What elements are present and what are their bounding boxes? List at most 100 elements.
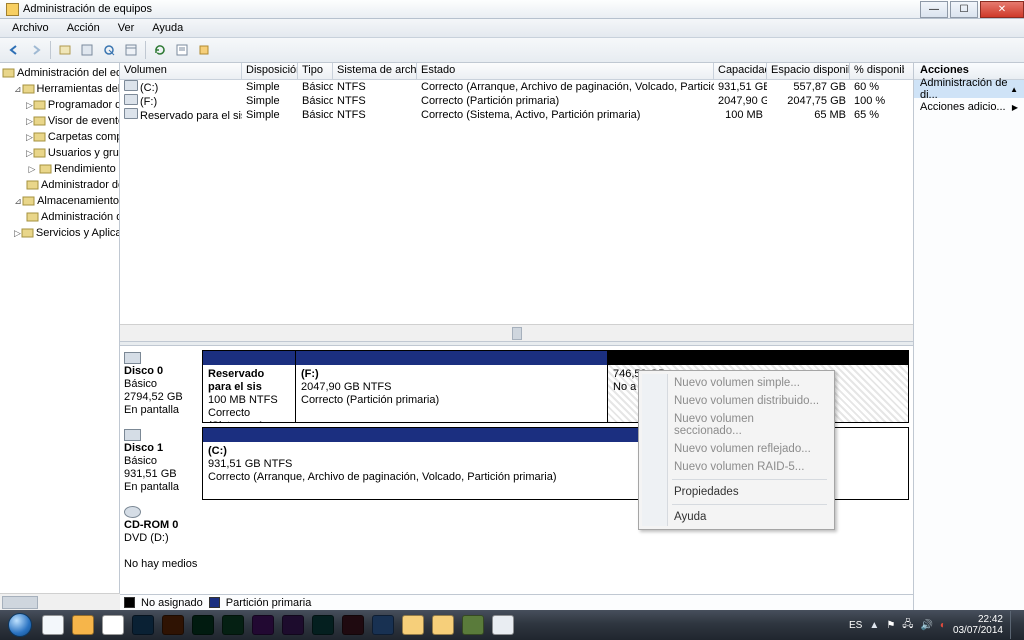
menu-help[interactable]: Ayuda xyxy=(144,20,191,36)
tree-twisty-icon[interactable]: ▷ xyxy=(26,116,33,127)
tree-twisty-icon[interactable]: ▷ xyxy=(26,164,38,175)
menu-view[interactable]: Ver xyxy=(110,20,143,36)
tree-twisty-icon[interactable]: ▷ xyxy=(26,132,33,143)
tree-horizontal-scrollbar[interactable] xyxy=(0,593,120,610)
cell-volume: (C:) xyxy=(140,82,158,94)
col-free[interactable]: Espacio disponible xyxy=(767,63,850,79)
start-button[interactable] xyxy=(2,611,38,639)
tree-item[interactable]: ▷Rendimiento xyxy=(0,161,119,177)
partition[interactable]: Reservado para el sis 100 MB NTFS Correc… xyxy=(203,365,296,422)
taskbar-app[interactable] xyxy=(68,611,98,639)
disk-meta[interactable]: Disco 1 Básico 931,51 GB En pantalla xyxy=(124,427,202,500)
volume-list[interactable]: (C:)SimpleBásicoNTFSCorrecto (Arranque, … xyxy=(120,80,913,324)
tree-item[interactable]: Administración del equip xyxy=(0,65,119,81)
disk-status: En pantalla xyxy=(124,481,179,493)
col-pct[interactable]: % disponibl xyxy=(850,63,904,79)
tray-flag-icon[interactable]: ⚑ xyxy=(886,620,895,631)
menu-file[interactable]: Archivo xyxy=(4,20,57,36)
ctx-properties[interactable]: Propiedades xyxy=(642,483,831,501)
taskbar-app[interactable] xyxy=(458,611,488,639)
col-volume[interactable]: Volumen xyxy=(120,63,242,79)
tree-svc-icon xyxy=(21,227,34,240)
close-button[interactable]: ✕ xyxy=(980,1,1024,18)
navigation-tree[interactable]: Administración del equip ⊿ Herramientas de… xyxy=(0,63,120,610)
volume-row[interactable]: (C:)SimpleBásicoNTFSCorrecto (Arranque, … xyxy=(120,80,913,94)
toolbar-btn-3[interactable] xyxy=(99,40,119,60)
taskbar-app[interactable] xyxy=(128,611,158,639)
tree-twisty-icon[interactable]: ⊿ xyxy=(14,196,22,207)
taskbar-app[interactable] xyxy=(98,611,128,639)
tray-network-icon[interactable]: 🖧 xyxy=(902,617,913,634)
volume-row[interactable]: (F:)SimpleBásicoNTFSCorrecto (Partición … xyxy=(120,94,913,108)
ctx-new-simple[interactable]: Nuevo volumen simple... xyxy=(642,374,831,392)
taskbar-app[interactable] xyxy=(428,611,458,639)
partition-line3: No a xyxy=(613,381,636,393)
ctx-new-mirrored[interactable]: Nuevo volumen reflejado... xyxy=(642,440,831,458)
taskbar-app[interactable] xyxy=(308,611,338,639)
tray-language[interactable]: ES xyxy=(849,620,862,631)
toolbar-btn-4[interactable] xyxy=(121,40,141,60)
list-horizontal-scrollbar[interactable] xyxy=(120,324,913,341)
tree-twisty-icon[interactable]: ▷ xyxy=(26,100,33,111)
col-status[interactable]: Estado xyxy=(417,63,714,79)
tree-twisty-icon[interactable]: ▷ xyxy=(14,228,21,239)
tree-twisty-icon[interactable]: ▷ xyxy=(26,148,33,159)
tree-item[interactable]: ⊿Almacenamiento xyxy=(0,193,119,209)
toolbar-refresh-icon[interactable] xyxy=(150,40,170,60)
tree-item[interactable]: ▷Usuarios y grupos xyxy=(0,145,119,161)
toolbar-btn-6[interactable] xyxy=(172,40,192,60)
col-capacity[interactable]: Capacidad xyxy=(714,63,767,79)
partition[interactable]: (F:) 2047,90 GB NTFS Correcto (Partición… xyxy=(296,365,608,422)
partition-line2: 931,51 GB NTFS xyxy=(208,458,292,470)
cell-pct: 65 % xyxy=(850,109,904,121)
tree-item[interactable]: ▷Visor de eventos xyxy=(0,113,119,129)
actions-title-row[interactable]: Administración de di... ▲ xyxy=(914,80,1024,98)
minimize-button[interactable]: — xyxy=(920,1,948,18)
toolbar-btn-2[interactable] xyxy=(77,40,97,60)
tree-item[interactable]: ▷Carpetas compart xyxy=(0,129,119,145)
tray-clock[interactable]: 22:42 03/07/2014 xyxy=(953,614,1003,636)
ctx-help[interactable]: Ayuda xyxy=(642,508,831,526)
tray-update-icon[interactable]: ◐ xyxy=(940,620,946,631)
taskbar-app[interactable] xyxy=(218,611,248,639)
forward-button[interactable] xyxy=(26,40,46,60)
toolbar-btn-1[interactable] xyxy=(55,40,75,60)
toolbar-btn-7[interactable] xyxy=(194,40,214,60)
disk-meta[interactable]: Disco 0 Básico 2794,52 GB En pantalla xyxy=(124,350,202,423)
taskbar-app[interactable] xyxy=(488,611,518,639)
col-type[interactable]: Tipo xyxy=(298,63,333,79)
tree-item[interactable]: Administración de xyxy=(0,209,119,225)
cell-fs: NTFS xyxy=(333,81,417,93)
taskbar-app[interactable] xyxy=(398,611,428,639)
cell-volume: Reservado para el sistema xyxy=(140,110,242,122)
menu-action[interactable]: Acción xyxy=(59,20,108,36)
tree-item[interactable]: ▷Programador de t xyxy=(0,97,119,113)
tray-arrow-icon[interactable]: ▲ xyxy=(869,620,879,630)
tray-volume-icon[interactable]: 🔊 xyxy=(920,620,932,631)
tree-item[interactable]: Administrador de xyxy=(0,177,119,193)
tree-twisty-icon[interactable]: ⊿ xyxy=(14,84,22,95)
system-tray[interactable]: ES ▲ ⚑ 🖧 🔊 ◐ 22:42 03/07/2014 xyxy=(849,611,1024,639)
tree-item[interactable]: ▷Servicios y Aplicacion xyxy=(0,225,119,241)
ctx-new-raid5[interactable]: Nuevo volumen RAID-5... xyxy=(642,458,831,476)
col-filesystem[interactable]: Sistema de archivos xyxy=(333,63,417,79)
ctx-new-spanned[interactable]: Nuevo volumen distribuido... xyxy=(642,392,831,410)
tree-item[interactable]: ⊿ Herramientas del sist xyxy=(0,81,119,97)
tree-item-label: Herramientas del sist xyxy=(37,83,119,95)
tree-item-label: Administrador de xyxy=(41,179,119,191)
cell-fs: NTFS xyxy=(333,95,417,107)
col-layout[interactable]: Disposición xyxy=(242,63,298,79)
ctx-new-striped[interactable]: Nuevo volumen seccionado... xyxy=(642,410,831,440)
taskbar-app[interactable] xyxy=(38,611,68,639)
taskbar-app[interactable] xyxy=(368,611,398,639)
back-button[interactable] xyxy=(4,40,24,60)
taskbar-app[interactable] xyxy=(188,611,218,639)
maximize-button[interactable]: ☐ xyxy=(950,1,978,18)
volume-row[interactable]: Reservado para el sistemaSimpleBásicoNTF… xyxy=(120,108,913,122)
taskbar-app[interactable] xyxy=(158,611,188,639)
taskbar-app[interactable] xyxy=(338,611,368,639)
show-desktop-button[interactable] xyxy=(1010,611,1018,639)
taskbar-app[interactable] xyxy=(278,611,308,639)
app-icon xyxy=(132,615,154,635)
taskbar-app[interactable] xyxy=(248,611,278,639)
